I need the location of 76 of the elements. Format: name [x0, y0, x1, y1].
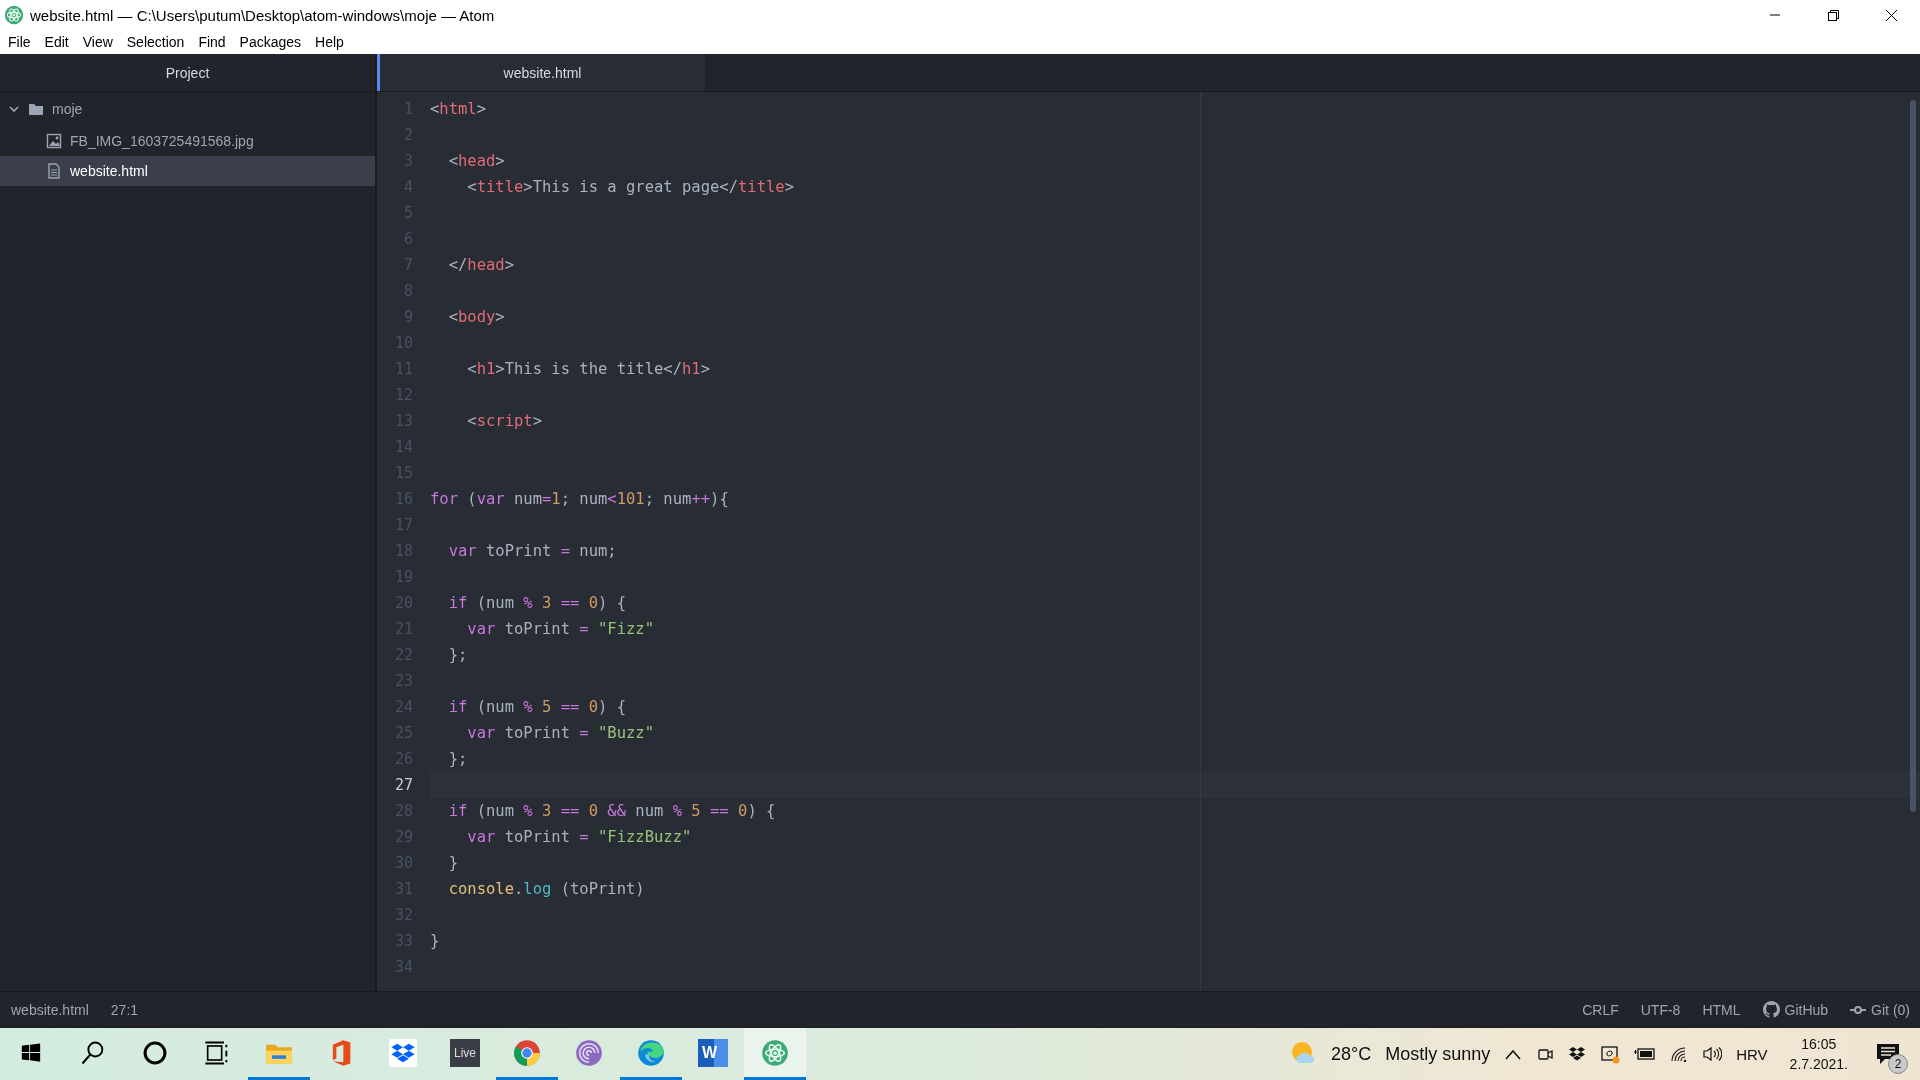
code-line: <title>This is a great page</title> [466, 178, 794, 196]
live-logo-icon: Live [450, 1038, 480, 1067]
menu-item[interactable]: Selection [119, 32, 192, 52]
code-line: <body> [447, 308, 505, 326]
swirl-logo-icon [575, 1038, 603, 1067]
taskbar-app[interactable]: Live [434, 1028, 496, 1080]
git-label[interactable]: Git (0) [1871, 1001, 1910, 1018]
code-line: <html> [430, 100, 486, 118]
atom-logo-icon [761, 1038, 789, 1067]
code-line: if (num % 5 == 0) { [447, 698, 626, 716]
tree-item[interactable]: website.html [0, 156, 375, 186]
atom-logo-icon [4, 5, 24, 25]
scrollbar-thumb[interactable] [1910, 100, 1916, 812]
speaker-icon[interactable] [1702, 1046, 1723, 1062]
status-item[interactable]: CRLF [1582, 1001, 1619, 1018]
code-line: } [447, 854, 458, 872]
image-icon [46, 133, 62, 149]
dropbox-icon[interactable] [1568, 1046, 1587, 1062]
word-logo-icon: W [698, 1038, 728, 1067]
panel-header[interactable]: Project [0, 54, 375, 92]
editor-tab[interactable]: website.html [377, 54, 705, 91]
file-name: moje [52, 101, 83, 117]
wifi-icon[interactable] [1670, 1046, 1689, 1062]
code-line: var toPrint = "FizzBuzz" [466, 828, 692, 846]
code-line: for (var num=1; num<101; num++){ [430, 490, 729, 508]
code-line: }; [447, 750, 468, 768]
file-name: website.html [70, 163, 148, 179]
menu-item[interactable]: Packages [232, 32, 309, 52]
status-item[interactable]: UTF-8 [1640, 1001, 1681, 1018]
status-item[interactable]: HTML [1702, 1001, 1741, 1018]
close-icon [1884, 8, 1898, 22]
code-line: var toPrint = num; [447, 542, 617, 560]
clock-date[interactable]: 2.7.2021. [1789, 1054, 1848, 1074]
tree-item[interactable]: FB_IMG_1603725491568.jpg [0, 126, 375, 156]
notification-count: 2 [1888, 1054, 1908, 1074]
edge-icon [637, 1038, 665, 1067]
code-line: if (num % 3 == 0) { [447, 594, 626, 612]
chrome-icon [513, 1038, 541, 1067]
line-number: 27 [393, 776, 414, 794]
menu-item[interactable]: File [1, 32, 38, 52]
code-line: }; [447, 646, 468, 664]
window-title: website.html — C:\Users\putum\Desktop\atom-windows\moje — Atom [30, 6, 495, 24]
menu-item[interactable]: Find [191, 32, 233, 52]
github-icon [1762, 1001, 1780, 1018]
file-name: FB_IMG_1603725491568.jpg [70, 133, 254, 149]
weather-condition[interactable]: Mostly sunny [1385, 1043, 1491, 1065]
code-line: <h1>This is the title</h1> [466, 360, 710, 378]
commit-icon [1850, 1003, 1867, 1016]
code-line: if (num % 3 == 0 && num % 5 == 0) { [447, 802, 776, 820]
sync-icon[interactable] [1600, 1044, 1621, 1064]
file-icon [46, 163, 62, 179]
chevron-up-icon[interactable] [1504, 1048, 1523, 1060]
battery-icon[interactable] [1634, 1047, 1657, 1061]
dropbox-icon [389, 1038, 417, 1067]
folder-icon [28, 101, 44, 117]
file-path[interactable]: website.html [11, 1001, 89, 1018]
code-line: var toPrint = "Buzz" [466, 724, 654, 742]
input-language[interactable]: HRV [1736, 1045, 1768, 1063]
code-line: <head> [447, 152, 505, 170]
windows-logo-icon [20, 1041, 42, 1064]
menu-item[interactable]: Help [308, 32, 351, 52]
code-line: } [430, 932, 440, 950]
code-line: <script> [466, 412, 542, 430]
weather-temperature[interactable]: 28°C [1330, 1043, 1372, 1065]
github-label[interactable]: GitHub [1784, 1001, 1829, 1018]
restore-icon [1826, 8, 1840, 22]
menu-item[interactable]: View [75, 32, 120, 52]
clock-time[interactable]: 16:05 [1801, 1034, 1837, 1054]
code-line: console.log (toPrint) [447, 880, 645, 898]
chevron-icon[interactable] [8, 103, 20, 115]
code-line: var toPrint = "Fizz" [466, 620, 654, 638]
code-line: </head> [447, 256, 514, 274]
taskbar-app[interactable]: W [682, 1028, 744, 1080]
tree-item[interactable]: moje [0, 92, 375, 126]
cursor-position[interactable]: 27:1 [110, 1001, 139, 1018]
menu-item[interactable]: Edit [37, 32, 76, 52]
